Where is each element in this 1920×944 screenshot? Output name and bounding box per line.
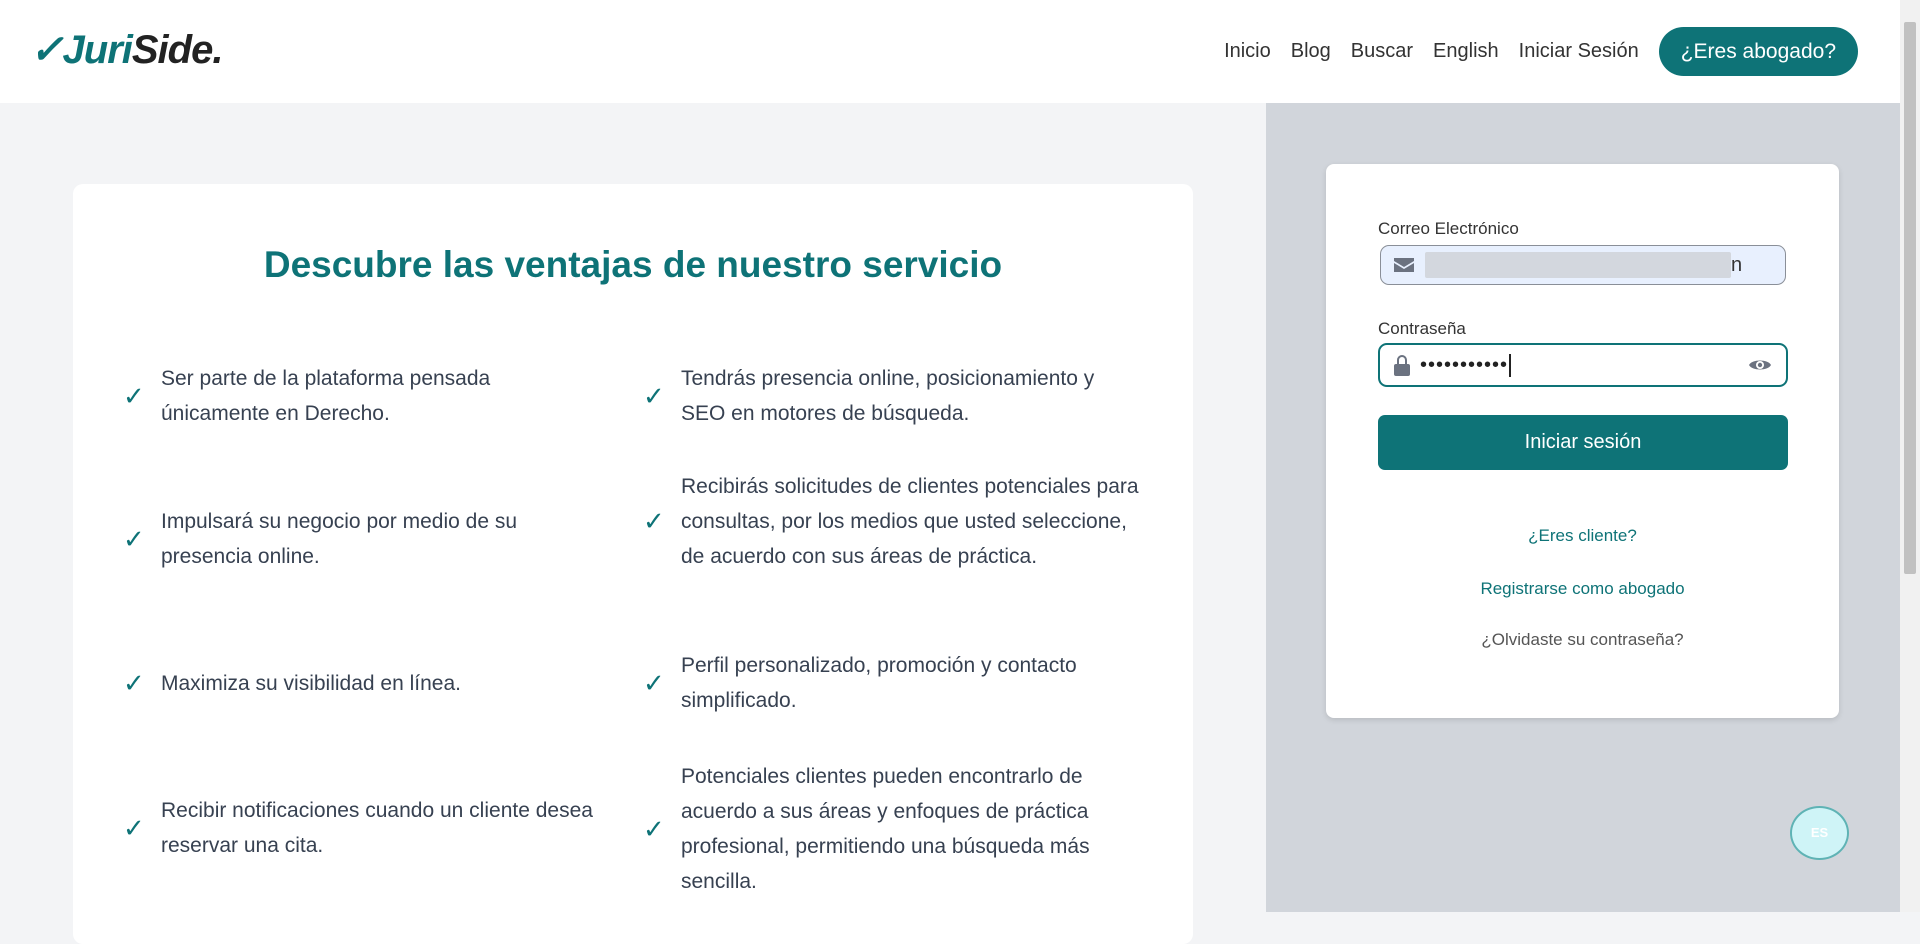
benefit-item: ✓ Recibirás solicitudes de clientes poten… <box>643 469 1143 574</box>
benefit-item: ✓ Tendrás presencia online, posicionamien… <box>643 361 1143 431</box>
benefit-text: Tendrás presencia online, posicionamient… <box>681 367 1095 425</box>
nav-iniciar-sesion[interactable]: Iniciar Sesión <box>1519 40 1639 63</box>
check-icon: ✓ <box>123 668 145 698</box>
scrollbar[interactable] <box>1900 0 1920 912</box>
password-field[interactable]: ••••••••••• <box>1378 343 1788 387</box>
email-field[interactable]: n <box>1380 245 1786 285</box>
check-icon: ✓ <box>643 380 665 411</box>
email-value: n <box>1731 253 1743 276</box>
check-icon: ✓ <box>123 523 145 554</box>
benefit-text: Maximiza su visibilidad en línea. <box>161 672 461 695</box>
eye-icon[interactable] <box>1748 357 1772 373</box>
email-label: Correo Electrónico <box>1378 219 1519 238</box>
nav-english[interactable]: English <box>1433 40 1499 63</box>
benefits-title: Descubre las ventajas de nuestro servici… <box>263 244 1003 285</box>
benefit-text: Impulsará su negocio por medio de su pre… <box>161 510 518 568</box>
benefit-text: Recibirás solicitudes de clientes potenc… <box>681 475 1139 568</box>
check-icon: ✓ <box>643 813 665 844</box>
envelope-icon <box>1394 258 1414 272</box>
language-button[interactable]: ES <box>1790 806 1849 860</box>
benefits-card: Descubre las ventajas de nuestro servici… <box>73 184 1193 944</box>
benefit-text: Ser parte de la plataforma pensada única… <box>161 367 491 425</box>
benefit-item: ✓ Ser parte de la plataforma pensada únic… <box>123 361 603 431</box>
logo[interactable]: ✓JuriSide. <box>30 27 224 73</box>
nav: Inicio Blog Buscar English Iniciar Sesió… <box>1224 27 1858 76</box>
register-lawyer-link[interactable]: Registrarse como abogado <box>1326 579 1839 599</box>
nav-blog[interactable]: Blog <box>1291 40 1331 63</box>
lock-icon <box>1394 355 1410 376</box>
redacted-email <box>1425 252 1731 278</box>
benefit-item: ✓ Potenciales clientes pueden encontrarlo… <box>643 759 1143 899</box>
login-card: Correo Electrónico n Contraseña ••••••••… <box>1326 164 1839 718</box>
client-link[interactable]: ¿Eres cliente? <box>1326 526 1839 546</box>
benefit-item: ✓ Recibir notificaciones cuando un client… <box>123 793 603 863</box>
scrollbar-thumb[interactable] <box>1904 22 1916 574</box>
login-button[interactable]: Iniciar sesión <box>1378 415 1788 470</box>
benefit-text: Recibir notificaciones cuando un cliente… <box>161 799 593 857</box>
nav-buscar[interactable]: Buscar <box>1351 40 1413 63</box>
check-icon: ✓ <box>643 667 665 698</box>
logo-part: Side. <box>131 28 224 72</box>
logo-part: ✓Juri <box>30 28 133 72</box>
check-icon: ✓ <box>123 812 145 843</box>
benefit-item: ✓ Perfil personalizado, promoción y conta… <box>643 648 1123 718</box>
password-label: Contraseña <box>1378 319 1466 338</box>
eres-abogado-button[interactable]: ¿Eres abogado? <box>1658 27 1858 76</box>
check-icon: ✓ <box>123 380 145 411</box>
benefit-text: Potenciales clientes pueden encontrarlo … <box>681 765 1090 893</box>
benefit-text: Perfil personalizado, promoción y contac… <box>681 654 1077 712</box>
nav-inicio[interactable]: Inicio <box>1224 40 1271 63</box>
benefit-item: ✓ Impulsará su negocio por medio de su pr… <box>123 504 603 574</box>
benefit-item: ✓ Maximiza su visibilidad en línea. <box>123 666 603 701</box>
forgot-password-link[interactable]: ¿Olvidaste su contraseña? <box>1326 630 1839 650</box>
check-icon: ✓ <box>643 506 665 536</box>
header: ✓JuriSide. Inicio Blog Buscar English In… <box>0 0 1900 103</box>
password-value: ••••••••••• <box>1420 353 1512 377</box>
